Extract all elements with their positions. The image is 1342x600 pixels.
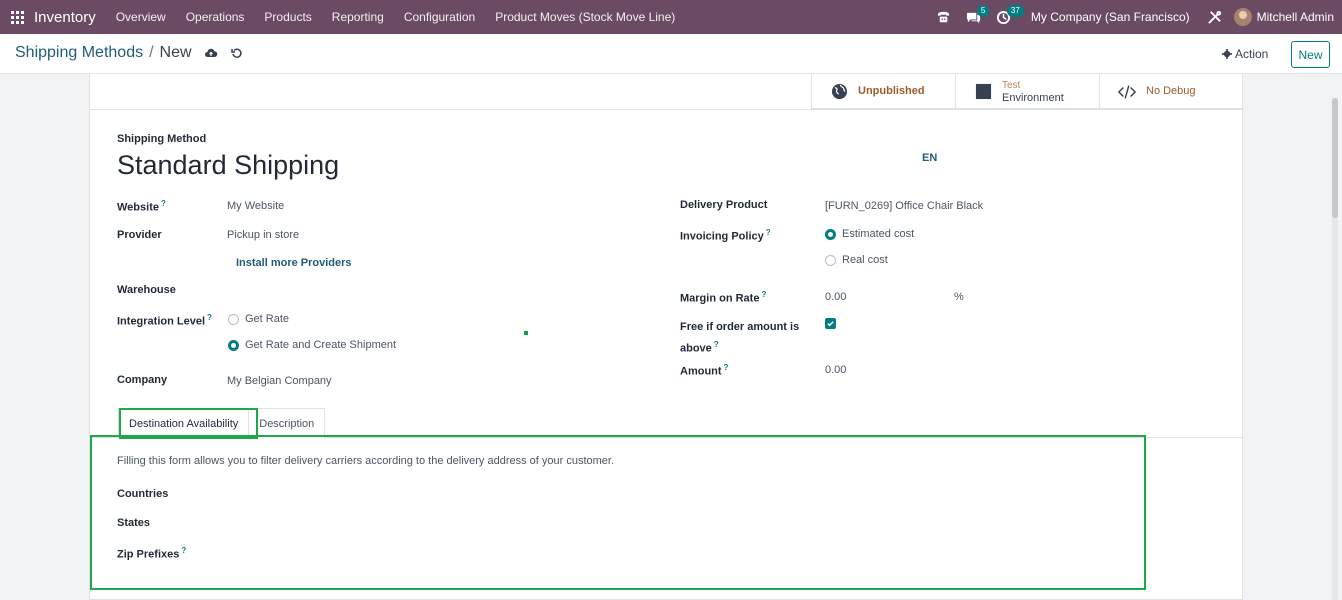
activities-badge: 37 <box>1006 5 1024 17</box>
delivery-product-label: Delivery Product <box>680 199 768 211</box>
invoicing-real[interactable]: Real cost <box>825 254 888 266</box>
environment-label: Environment <box>1002 91 1064 104</box>
debug-label: No Debug <box>1146 85 1196 97</box>
user-menu[interactable]: Mitchell Admin <box>1233 8 1334 26</box>
publish-status: Unpublished <box>858 85 925 97</box>
shipping-method-name[interactable]: Standard Shipping <box>117 150 339 181</box>
integration-get-rate-create[interactable]: Get Rate and Create Shipment <box>228 339 396 351</box>
new-button[interactable]: New <box>1291 41 1330 68</box>
amount-label: Amount? <box>680 363 729 378</box>
radio-button <box>228 339 239 351</box>
debug-tools-icon[interactable] <box>1200 0 1230 34</box>
countries-label: Countries <box>117 488 169 500</box>
publish-smart-button[interactable]: Unpublished <box>811 74 955 109</box>
top-navbar: Inventory Overview Operations Products R… <box>0 0 1342 34</box>
globe-icon <box>830 83 848 101</box>
language-button[interactable]: EN <box>922 152 937 164</box>
scrollbar[interactable] <box>1332 98 1338 600</box>
menu-products[interactable]: Products <box>254 0 321 34</box>
invoicing-estimated[interactable]: Estimated cost <box>825 228 914 240</box>
warehouse-label: Warehouse <box>117 284 176 296</box>
divider <box>90 109 1244 110</box>
radio-button <box>825 254 836 266</box>
form-sheet: Unpublished Test Environment No Debug Sh… <box>89 74 1244 600</box>
breadcrumb-current: New <box>159 44 192 61</box>
company-field[interactable]: My Belgian Company <box>227 375 332 387</box>
destination-hint: Filling this form allows you to filter d… <box>117 455 615 467</box>
action-button[interactable]: Action <box>1222 47 1268 61</box>
menu-configuration[interactable]: Configuration <box>394 0 485 34</box>
app-grid-icon[interactable] <box>0 0 34 34</box>
debug-smart-button[interactable]: No Debug <box>1099 74 1244 109</box>
user-name: Mitchell Admin <box>1256 10 1334 24</box>
messages-icon[interactable]: 5 <box>959 0 990 34</box>
invoicing-policy-label: Invoicing Policy? <box>680 228 771 243</box>
company-switcher[interactable]: My Company (San Francisco) <box>1031 10 1190 24</box>
free-over-checkbox[interactable] <box>825 318 836 329</box>
activities-icon[interactable]: 37 <box>989 0 1024 34</box>
environment-state: Test <box>1002 79 1021 91</box>
provider-label: Provider <box>117 229 162 241</box>
menu-overview[interactable]: Overview <box>106 0 176 34</box>
tab-description[interactable]: Description <box>248 408 326 438</box>
check-icon <box>827 321 834 327</box>
amount-field[interactable]: 0.00 <box>825 364 846 376</box>
integration-level-label: Integration Level? <box>117 313 212 328</box>
menu-operations[interactable]: Operations <box>176 0 255 34</box>
zip-prefixes-label: Zip Prefixes? <box>117 546 187 561</box>
app-brand[interactable]: Inventory <box>34 9 96 26</box>
discard-icon[interactable] <box>230 46 244 60</box>
menu-product-moves[interactable]: Product Moves (Stock Move Line) <box>485 0 685 34</box>
states-label: States <box>117 517 151 529</box>
breadcrumb-separator: / <box>149 44 154 61</box>
smart-button-box: Unpublished Test Environment No Debug <box>811 74 1244 109</box>
integration-get-rate[interactable]: Get Rate <box>228 313 289 325</box>
environment-icon <box>974 83 992 101</box>
website-field[interactable]: My Website <box>227 200 284 212</box>
provider-field[interactable]: Pickup in store <box>227 229 299 241</box>
control-panel: Shipping Methods / New Action New <box>0 34 1342 74</box>
action-label: Action <box>1235 47 1269 61</box>
website-label: Website? <box>117 199 166 214</box>
menu-reporting[interactable]: Reporting <box>322 0 394 34</box>
install-providers-button[interactable]: Install more Providers <box>236 257 352 269</box>
margin-label: Margin on Rate? <box>680 290 767 305</box>
breadcrumb-shipping-methods[interactable]: Shipping Methods <box>15 44 143 62</box>
messages-badge: 5 <box>976 5 990 17</box>
avatar <box>1233 8 1252 26</box>
delivery-product-field[interactable]: [FURN_0269] Office Chair Black <box>825 200 983 212</box>
radio-button <box>228 313 239 325</box>
free-over-label: Free if order amount is above? <box>680 321 800 355</box>
stray-mark <box>524 331 528 335</box>
radio-button <box>825 228 836 240</box>
cloud-upload-icon[interactable] <box>204 46 218 60</box>
margin-field[interactable]: 0.00 <box>825 291 846 303</box>
gear-icon <box>1222 49 1232 59</box>
phone-icon[interactable] <box>929 0 959 34</box>
margin-unit: % <box>954 291 964 303</box>
environment-smart-button[interactable]: Test Environment <box>955 74 1099 109</box>
company-label: Company <box>117 374 168 386</box>
name-label: Shipping Method <box>117 133 207 145</box>
breadcrumb: Shipping Methods / New <box>15 44 244 62</box>
code-icon <box>1118 83 1136 101</box>
